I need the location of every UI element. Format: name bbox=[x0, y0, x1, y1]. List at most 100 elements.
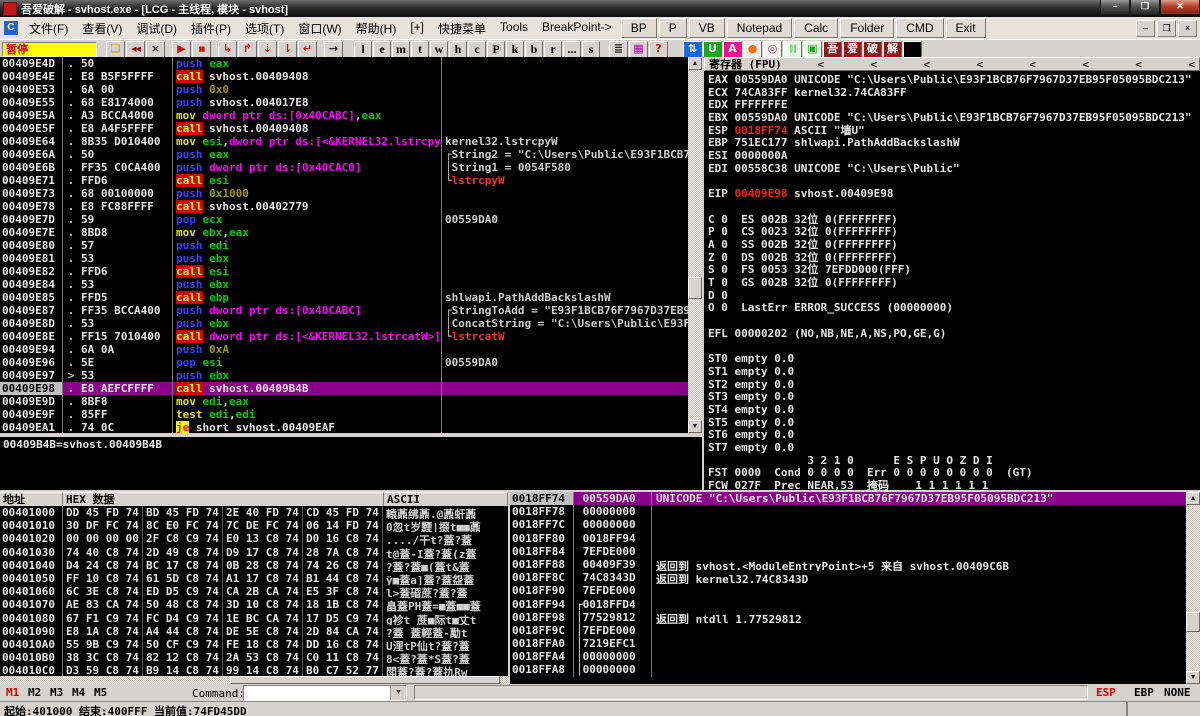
menu-item[interactable]: 文件(F) bbox=[22, 17, 75, 40]
cpu-window-button[interactable]: c bbox=[468, 40, 486, 58]
scroll-thumb[interactable] bbox=[688, 277, 702, 299]
menu-button-exit[interactable]: Exit bbox=[945, 18, 986, 38]
executables-window-button[interactable]: e bbox=[373, 40, 391, 58]
options-button[interactable]: ≣ bbox=[609, 40, 628, 58]
disasm-row[interactable]: 00409E98. E8 AEFCFFFF call svhost.00409B4B bbox=[0, 382, 688, 395]
record-plugin-icon[interactable]: ● bbox=[743, 40, 762, 58]
stack-row[interactable]: 0018FFA4 │00000000 bbox=[510, 650, 1186, 664]
disasm-row[interactable]: 00409E8E. FF15 7010400 call dword ptr ds:[… bbox=[0, 330, 688, 343]
bars-plugin-icon[interactable]: ║║ bbox=[783, 40, 802, 58]
step-over-button[interactable]: ↱ bbox=[238, 40, 257, 58]
command-input[interactable] bbox=[244, 686, 390, 700]
dump-row[interactable]: 00401010 30 DF FC 74 8C E0 FC 74 7C DE FC 7… bbox=[0, 519, 508, 533]
dump-row[interactable]: 004010A0 55 9B C9 74 50 CF C9 74 FE 18 C8 7… bbox=[0, 637, 508, 652]
register-line[interactable]: O 0 LastErr ERROR_SUCCESS (00000000) bbox=[708, 302, 1200, 315]
stack-row[interactable]: 0018FFA8 │00000000 bbox=[510, 663, 1186, 677]
disasm-row[interactable]: 00409E7E. 8BD8 mov ebx,eax bbox=[0, 226, 688, 239]
scroll-down-icon[interactable]: ▼ bbox=[688, 420, 702, 433]
disasm-row[interactable]: 00409E9D. 8BF8 mov edi,eax bbox=[0, 395, 688, 408]
indicator-esp[interactable]: ESP bbox=[1096, 686, 1116, 699]
command-combo[interactable]: ▼ bbox=[243, 685, 407, 701]
stack-row[interactable]: 0018FF7C 00000000 bbox=[510, 518, 1186, 532]
disasm-row[interactable]: 00409E5A. A3 BCCA4000 mov dword ptr ds:[0x… bbox=[0, 109, 688, 122]
disasm-row[interactable]: 00409E96. 5E pop esi 00559DA0 bbox=[0, 356, 688, 369]
swap-plugin-icon[interactable]: ⇅ bbox=[683, 40, 702, 58]
stack-row[interactable]: 0018FF8C 74C8343D 返回到 kernel32.74C8343D bbox=[510, 571, 1186, 585]
hex-dump-rows[interactable]: 00401000 DD 45 FD 74 BD 45 FD 74 2E 40 FD 7… bbox=[0, 506, 508, 676]
disasm-row[interactable]: 00409E84. 53 push ebx bbox=[0, 278, 688, 291]
menu-item[interactable]: 查看(V) bbox=[75, 17, 129, 40]
menu-item[interactable]: 帮助(H) bbox=[349, 17, 404, 40]
indicator-none[interactable]: NONE bbox=[1164, 686, 1191, 699]
scroll-thumb[interactable] bbox=[230, 676, 500, 684]
disasm-row[interactable]: 00409E6B. FF35 C0CA400 push dword ptr ds:[… bbox=[0, 161, 688, 174]
breakpoints-window-button[interactable]: b bbox=[525, 40, 543, 58]
menu-item[interactable]: 选项(T) bbox=[238, 17, 291, 40]
dump-address-header[interactable]: 地址 bbox=[0, 492, 63, 506]
threads-window-button[interactable]: t bbox=[411, 40, 429, 58]
stack-row[interactable]: 0018FFA0 │7219EFC1 bbox=[510, 637, 1186, 651]
spiral-plugin-icon[interactable]: ◎ bbox=[763, 40, 782, 58]
dump-row[interactable]: 00401000 DD 45 FD 74 BD 45 FD 74 2E 40 FD 7… bbox=[0, 506, 508, 520]
mdi-minimize-button[interactable]: – bbox=[1136, 19, 1155, 37]
disasm-row[interactable]: 00409E82. FFD6 call esi bbox=[0, 265, 688, 278]
stack-row[interactable]: 0018FF74 00559DA0 UNICODE "C:\Users\Publi… bbox=[510, 492, 1186, 506]
disasm-row[interactable]: 00409E4D. 50 push eax bbox=[0, 57, 688, 70]
disasm-row[interactable]: 00409E7D. 59 pop ecx 00559DA0 bbox=[0, 213, 688, 226]
info-line[interactable]: 00409B4B=svhost.00409B4B bbox=[0, 437, 702, 452]
windows-window-button[interactable]: w bbox=[430, 40, 448, 58]
disasm-row[interactable]: 00409E73. 68 00100000 push 0x1000 bbox=[0, 187, 688, 200]
dump-row[interactable]: 00401050 FF 10 C8 74 61 5D C8 74 A1 17 C8 7… bbox=[0, 571, 508, 586]
po-plugin-icon[interactable]: 破 bbox=[863, 40, 882, 58]
dump-horizontal-scrollbar[interactable] bbox=[0, 676, 508, 684]
run-button[interactable]: ▶ bbox=[172, 40, 191, 58]
registers-header[interactable]: 寄存器 (FPU) < < < < < < < < bbox=[704, 57, 1200, 71]
stack-row[interactable]: 0018FF88 00409F39 返回到 svhost.<ModuleEntry… bbox=[510, 557, 1186, 572]
disasm-row[interactable]: 00409E80. 57 push edi bbox=[0, 239, 688, 252]
disasm-row[interactable]: 00409E78. E8 FC88FFFF call svhost.00402779 bbox=[0, 200, 688, 213]
stack-row[interactable]: 0018FF90 7EFDE000 bbox=[510, 584, 1186, 598]
close-program-button[interactable]: × bbox=[146, 40, 165, 58]
stack-row[interactable]: 0018FF9C │7EFDE000 bbox=[510, 623, 1186, 638]
memory-tab-m3[interactable]: M3 bbox=[50, 686, 63, 699]
stack-row[interactable]: 0018FF78 00000000 bbox=[510, 505, 1186, 519]
wu-plugin-icon[interactable]: 吾 bbox=[823, 40, 842, 58]
disasm-row[interactable]: 00409E81. 53 push ebx bbox=[0, 252, 688, 265]
dump-row[interactable]: 00401090 E8 1A C8 74 A4 44 C8 74 DE 5E C8 7… bbox=[0, 624, 508, 638]
disasm-row[interactable]: 00409E5F. E8 A4F5FFFF call svhost.00409408 bbox=[0, 122, 688, 135]
log-window-button[interactable]: l bbox=[354, 40, 372, 58]
stack-scrollbar[interactable]: ▲ ▼ bbox=[1186, 492, 1200, 684]
disasm-row[interactable]: 00409E87. FF35 BCCA400 push dword ptr ds:[… bbox=[0, 304, 688, 317]
disasm-row[interactable]: 00409E53. 6A 00 push 0x0 bbox=[0, 83, 688, 96]
ascii-plugin-icon[interactable]: A bbox=[723, 40, 742, 58]
step-into-button[interactable]: ↳ bbox=[218, 40, 237, 58]
dump-row[interactable]: 004010C0 D3 59 C8 74 B9 14 C8 74 99 14 C8 7… bbox=[0, 664, 508, 676]
dump-row[interactable]: 004010B0 38 3C C8 74 82 12 C8 74 2A 53 C8 7… bbox=[0, 651, 508, 665]
appearance-button[interactable]: ▦ bbox=[629, 40, 648, 58]
register-line[interactable]: EIP 00409E98 svhost.00409E98 bbox=[708, 187, 1200, 201]
disasm-row[interactable]: 00409EA1. 74 0C je short svhost.00409EAF bbox=[0, 421, 688, 433]
indicator-ebp[interactable]: EBP bbox=[1134, 686, 1154, 699]
ai-plugin-icon[interactable]: 爱 bbox=[843, 40, 862, 58]
disassembly-scrollbar[interactable]: ▲ ▼ bbox=[688, 57, 702, 433]
dump-row[interactable]: 00401080 67 F1 C9 74 FC D4 C9 74 1E BC CA 7… bbox=[0, 611, 508, 625]
scroll-thumb[interactable] bbox=[1186, 612, 1200, 632]
call-stack-window-button[interactable]: k bbox=[506, 40, 524, 58]
minimize-button[interactable]: – bbox=[1100, 0, 1130, 15]
dropdown-arrow-icon[interactable]: ▼ bbox=[390, 686, 406, 700]
pause-button[interactable]: ▮▮ bbox=[192, 40, 211, 58]
menu-button-vb[interactable]: VB bbox=[688, 18, 725, 38]
menu-item[interactable]: 插件(P) bbox=[184, 17, 238, 40]
disasm-row[interactable]: 00409E9F. 85FF test edi,edi bbox=[0, 408, 688, 421]
disasm-row[interactable]: 00409E71. FFD6 call esi └lstrcpyW bbox=[0, 174, 688, 187]
disasm-row[interactable]: 00409E8D. 53 push ebx │ConcatString = "C:\U… bbox=[0, 317, 688, 330]
handles-window-button[interactable]: h bbox=[449, 40, 467, 58]
mdi-close-button[interactable]: × bbox=[1178, 19, 1197, 37]
dump-ascii-header[interactable]: ASCII bbox=[384, 492, 508, 506]
register-line[interactable]: EDI 00558C38 UNICODE "C:\Users\Public" bbox=[708, 162, 1200, 176]
open-file-button[interactable]: ❏ bbox=[106, 40, 125, 58]
disasm-row[interactable]: 00409E97 >53 push ebx bbox=[0, 369, 688, 382]
dump-row[interactable]: 00401040 D4 24 C8 74 BC 17 C8 74 0B 28 C8 7… bbox=[0, 558, 508, 572]
monitor-plugin-icon[interactable]: ▣ bbox=[803, 40, 822, 58]
disasm-row[interactable]: 00409E6A. 50 push eax ┌String2 = "C:\Users\… bbox=[0, 148, 688, 161]
